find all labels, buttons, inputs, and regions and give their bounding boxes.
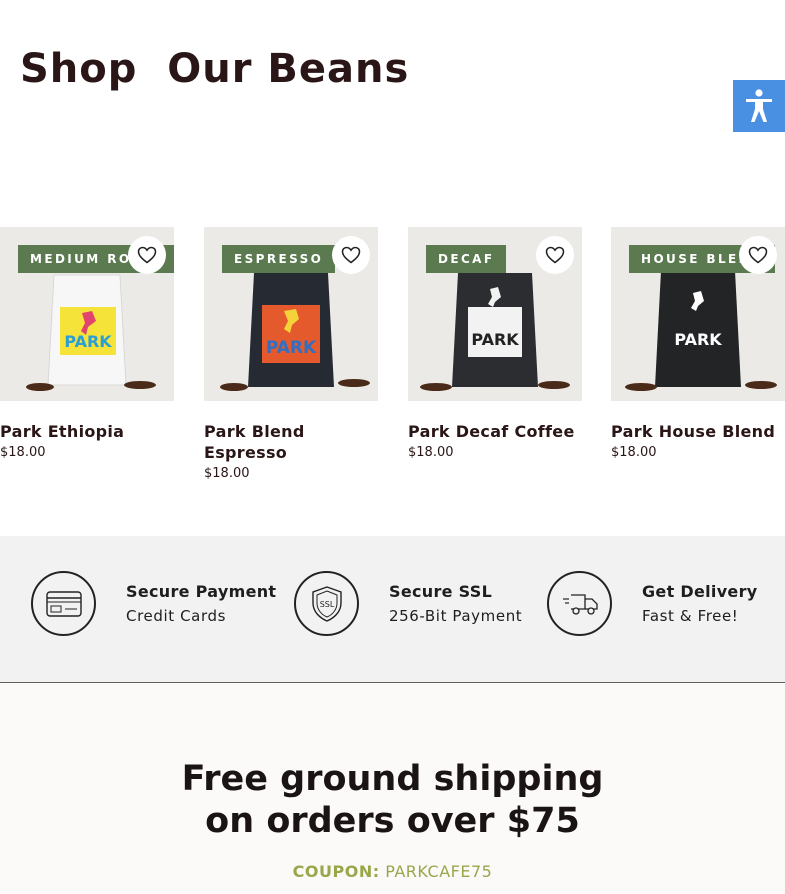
wishlist-button[interactable]	[536, 236, 574, 274]
product-name[interactable]: Park Blend Espresso	[204, 421, 378, 463]
wishlist-button[interactable]	[128, 236, 166, 274]
ssl-shield-icon: SSL	[311, 585, 342, 622]
product-grid: PARK MEDIUM ROAST Park Ethiopia $18.00 P…	[0, 227, 785, 507]
delivery-truck-icon	[562, 593, 598, 615]
heart-icon	[748, 246, 768, 264]
bag-logo: PARK	[64, 332, 112, 351]
feature-secure-payment: Secure Payment Credit Cards	[31, 571, 276, 636]
feature-icon-circle: SSL	[294, 571, 359, 636]
promo-headline: Free ground shipping on orders over $75	[0, 758, 785, 842]
product-price: $18.00	[204, 466, 250, 481]
bag-logo: PARK	[471, 330, 519, 349]
feature-icon-circle	[31, 571, 96, 636]
feature-secure-ssl: SSL Secure SSL 256-Bit Payment	[294, 571, 522, 636]
shipping-promo: Free ground shipping on orders over $75 …	[0, 684, 785, 894]
roast-badge: DECAF	[426, 245, 507, 273]
heart-icon	[341, 246, 361, 264]
feature-title: Secure SSL	[389, 582, 493, 601]
feature-subtitle: Fast & Free!	[642, 607, 739, 625]
trust-features-bar: Secure Payment Credit Cards SSL Secure S…	[0, 536, 785, 683]
product-name[interactable]: Park Ethiopia	[0, 421, 174, 442]
product-card[interactable]: PARK HOUSE BLEND Park House Blend $18.00	[611, 227, 785, 460]
bag-logo: PARK	[266, 338, 317, 358]
product-image[interactable]: PARK ESPRESSO	[204, 227, 378, 401]
heart-icon	[545, 246, 565, 264]
product-name[interactable]: Park House Blend	[611, 421, 785, 442]
feature-title: Secure Payment	[126, 582, 277, 601]
coupon-code[interactable]: PARKCAFE75	[385, 862, 492, 881]
feature-title: Get Delivery	[642, 582, 758, 601]
accessibility-button[interactable]	[733, 80, 785, 132]
page-title: Shop Our Beans	[20, 46, 410, 92]
product-image[interactable]: PARK HOUSE BLEND	[611, 227, 785, 401]
feature-subtitle: 256-Bit Payment	[389, 607, 523, 625]
product-card[interactable]: PARK MEDIUM ROAST Park Ethiopia $18.00	[0, 227, 174, 460]
heart-icon	[137, 246, 157, 264]
product-image[interactable]: PARK DECAF	[408, 227, 582, 401]
bag-logo: PARK	[674, 330, 722, 349]
wishlist-button[interactable]	[332, 236, 370, 274]
coupon-line: COUPON: PARKCAFE75	[0, 862, 785, 881]
roast-badge: ESPRESSO	[222, 245, 336, 273]
product-image[interactable]: PARK MEDIUM ROAST	[0, 227, 174, 401]
credit-card-icon	[45, 590, 82, 617]
product-card[interactable]: PARK DECAF Park Decaf Coffee $18.00	[408, 227, 582, 460]
feature-icon-circle	[547, 571, 612, 636]
wishlist-button[interactable]	[739, 236, 777, 274]
product-name[interactable]: Park Decaf Coffee	[408, 421, 582, 442]
coupon-label: COUPON:	[292, 862, 380, 881]
product-price: $18.00	[408, 445, 454, 460]
svg-text:SSL: SSL	[319, 600, 334, 609]
product-card[interactable]: PARK ESPRESSO Park Blend Espresso $18.00	[204, 227, 378, 481]
feature-subtitle: Credit Cards	[126, 607, 226, 625]
feature-get-delivery: Get Delivery Fast & Free!	[547, 571, 758, 636]
product-price: $18.00	[0, 445, 46, 460]
promo-headline-text: Free ground shipping on orders over $75	[181, 759, 604, 841]
accessibility-icon	[746, 89, 772, 122]
product-price: $18.00	[611, 445, 657, 460]
